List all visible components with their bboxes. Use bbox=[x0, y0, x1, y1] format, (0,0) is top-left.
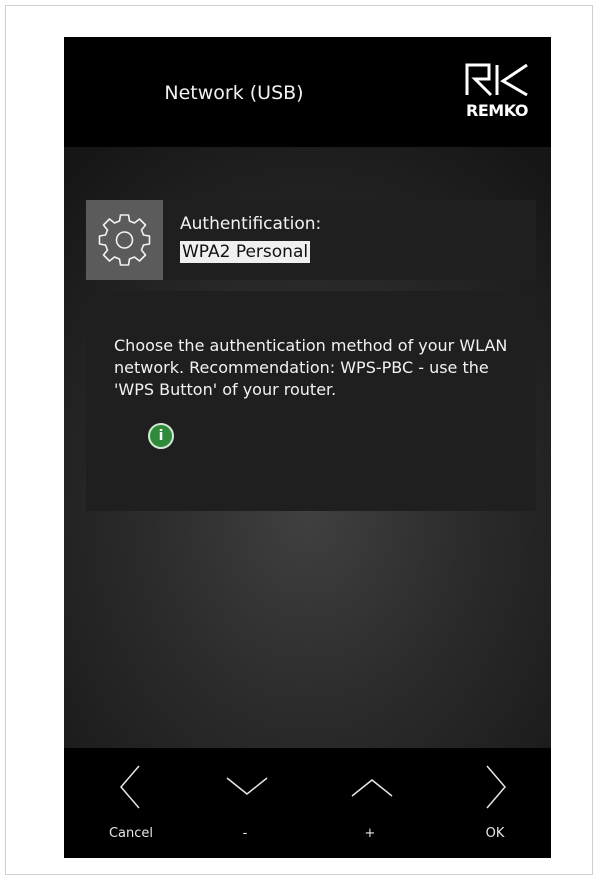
gear-icon bbox=[86, 200, 163, 280]
cancel-button[interactable]: Cancel bbox=[86, 748, 176, 858]
chevron-up-icon bbox=[351, 779, 393, 797]
screenshot-frame: Network (USB) REMKO Authentification: WP… bbox=[5, 5, 593, 875]
chevron-left-icon bbox=[120, 765, 140, 809]
info-panel: Choose the authentication method of your… bbox=[86, 291, 536, 511]
authentication-setting[interactable]: Authentification: WPA2 Personal bbox=[86, 200, 536, 280]
device-screen: Network (USB) REMKO Authentification: WP… bbox=[64, 37, 551, 858]
cancel-label: Cancel bbox=[108, 826, 154, 841]
setting-label: Authentification: bbox=[180, 214, 322, 234]
info-icon[interactable]: i bbox=[148, 423, 174, 449]
plus-label: + bbox=[364, 826, 376, 841]
ok-label: OK bbox=[485, 826, 505, 841]
chevron-right-icon bbox=[486, 765, 506, 809]
plus-button[interactable]: + bbox=[325, 748, 415, 858]
header-bar: Network (USB) REMKO bbox=[64, 37, 551, 147]
remko-logo: REMKO bbox=[461, 59, 533, 123]
ok-button[interactable]: OK bbox=[450, 748, 540, 858]
logo-text: REMKO bbox=[466, 101, 528, 120]
footer-nav: Cancel - + OK bbox=[64, 748, 551, 858]
setting-value[interactable]: WPA2 Personal bbox=[180, 241, 311, 263]
page-title: Network (USB) bbox=[164, 82, 304, 104]
info-text: Choose the authentication method of your… bbox=[114, 336, 508, 399]
minus-label: - bbox=[242, 826, 248, 841]
remko-logo-mark bbox=[465, 63, 528, 97]
minus-button[interactable]: - bbox=[200, 748, 290, 858]
chevron-down-icon bbox=[226, 777, 268, 795]
